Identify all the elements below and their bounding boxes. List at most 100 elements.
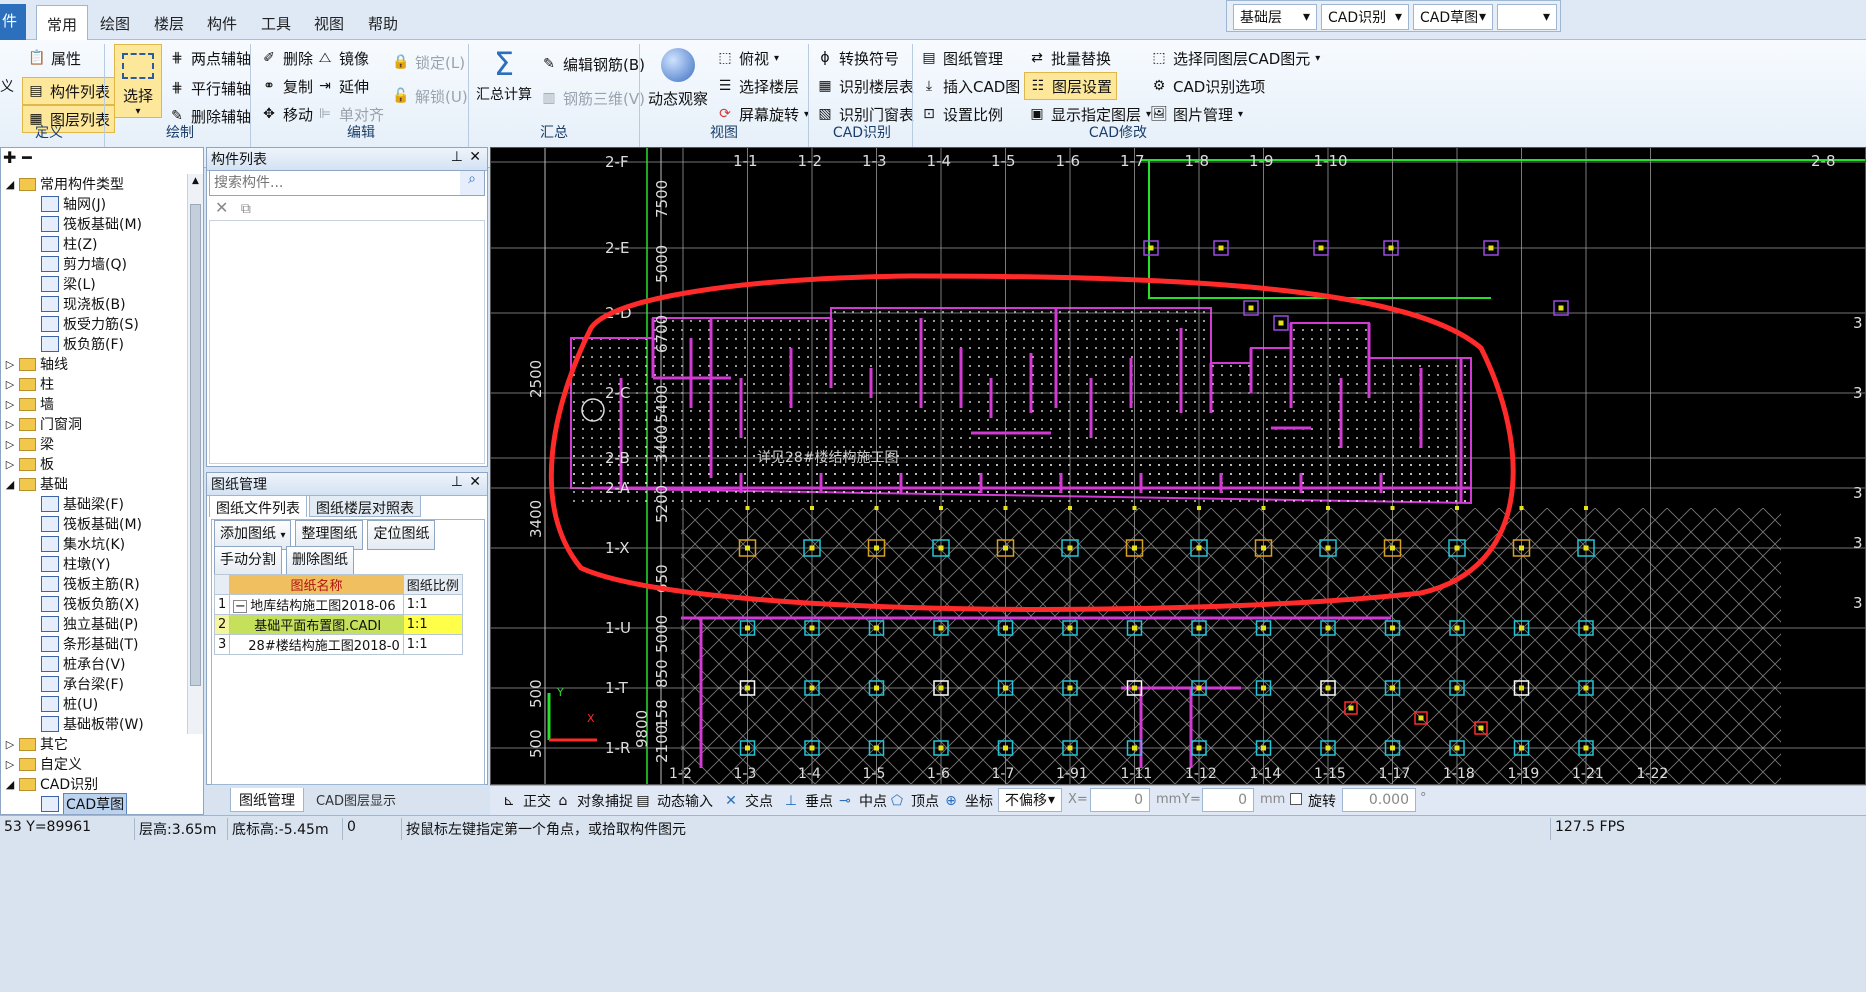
- insert-cad-button[interactable]: ⤓插入CAD图▾: [920, 72, 1030, 100]
- expand-arrow-icon[interactable]: ▷: [5, 357, 15, 371]
- expand-arrow-icon[interactable]: ▷: [5, 457, 15, 471]
- tree-folder[interactable]: ◢ 常用构件类型: [1, 174, 187, 194]
- copy-icon[interactable]: ⧉: [241, 201, 251, 217]
- extra-combo[interactable]: ▾: [1497, 4, 1557, 30]
- expand-arrow-icon[interactable]: ▷: [5, 377, 15, 391]
- tab-view[interactable]: 视图: [304, 5, 354, 40]
- expand-arrow-icon[interactable]: ▷: [5, 757, 15, 771]
- tree-folder[interactable]: ◢ 基础: [1, 474, 187, 494]
- ortho-toggle[interactable]: ⊾ 正交: [500, 787, 551, 815]
- delete-icon[interactable]: ✕: [215, 198, 228, 217]
- tab-draw[interactable]: 绘图: [90, 5, 140, 40]
- lock-button[interactable]: 🔒 锁定(L): [392, 48, 465, 76]
- property-button[interactable]: 📋 属性: [28, 44, 81, 72]
- tree-folder[interactable]: ▷ 其它: [1, 734, 187, 754]
- cad-canvas[interactable]: 1-1 1-2 1-3 1-4 1-5 1-6 1-7 1-8 1-9 1-10 1-2 1-3 1-4…: [490, 147, 1866, 785]
- tree-item[interactable]: 集水坑(K): [1, 534, 187, 554]
- drawing-scale-cell[interactable]: 1:1: [402, 594, 463, 615]
- calc-summary-button[interactable]: Σ 汇总计算: [476, 44, 532, 118]
- table-row[interactable]: 3 28#楼结构施工图2018-0 1:1: [213, 634, 463, 655]
- tab-component[interactable]: 构件: [197, 5, 247, 40]
- edit-rebar-button[interactable]: ✎ 编辑钢筋(B): [540, 50, 645, 78]
- expand-arrow-icon[interactable]: ▷: [5, 417, 15, 431]
- tree-item[interactable]: 桩承台(V): [1, 654, 187, 674]
- select-floor-button[interactable]: ☰ 选择楼层: [716, 72, 799, 100]
- tree-folder[interactable]: ▷ 门窗洞: [1, 414, 187, 434]
- tree-item[interactable]: 轴网(J): [1, 194, 187, 214]
- tree-folder[interactable]: ▷ 梁: [1, 434, 187, 454]
- mirror-button[interactable]: ⧍ 镜像: [316, 44, 369, 72]
- collapse-icon[interactable]: −: [233, 600, 248, 613]
- batch-replace-button[interactable]: ⇄ 批量替换: [1028, 44, 1111, 72]
- search-icon[interactable]: ⌕: [460, 171, 484, 195]
- locate-drawing-button[interactable]: 定位图纸: [367, 520, 436, 550]
- top-view-button[interactable]: ⬚ 俯视 ▾: [716, 44, 779, 72]
- expand-arrow-icon[interactable]: ▷: [5, 397, 15, 411]
- close-icon[interactable]: ✕: [469, 474, 481, 490]
- tree-item[interactable]: 桩(U): [1, 694, 187, 714]
- tree-item[interactable]: 梁(L): [1, 274, 187, 294]
- object-snap-toggle[interactable]: ⌂ 对象捕捉: [554, 787, 633, 815]
- tree-folder[interactable]: ▷ 板: [1, 454, 187, 474]
- layer-setting-button[interactable]: ☷ 图层设置: [1024, 72, 1118, 100]
- tab-common[interactable]: 常用: [36, 5, 89, 40]
- table-row[interactable]: 2 基础平面布置图.CADI 1:1: [213, 614, 463, 635]
- tree-item[interactable]: 独立基础(P): [1, 614, 187, 634]
- tree-item[interactable]: 筏板主筋(R): [1, 574, 187, 594]
- tree-scrollbar[interactable]: ▲: [187, 174, 203, 734]
- x-input[interactable]: 0: [1090, 788, 1150, 812]
- tree-folder[interactable]: ▷ 轴线: [1, 354, 187, 374]
- cad-options-button[interactable]: ⚙ CAD识别选项: [1150, 72, 1266, 100]
- copy-button[interactable]: ⚭ 复制: [260, 72, 313, 100]
- file-menu-tab[interactable]: 件: [0, 4, 26, 40]
- tree-folder[interactable]: ▷ 墙: [1, 394, 187, 414]
- convert-symbol-button[interactable]: ϕ 转换符号: [816, 44, 899, 72]
- tree-folder[interactable]: ▷ 柱: [1, 374, 187, 394]
- rotate-angle-input[interactable]: 0.000: [1342, 788, 1416, 812]
- table-row[interactable]: 1 − 地库结构施工图2018-06 1:1: [213, 594, 463, 615]
- tree-item[interactable]: 筏板负筋(X): [1, 594, 187, 614]
- snap-midpoint[interactable]: ⊸ 中点: [836, 787, 887, 815]
- select-button[interactable]: 选择 ▾: [114, 44, 162, 118]
- delete-drawing-button[interactable]: 删除图纸: [286, 546, 354, 576]
- mode-combo[interactable]: CAD识别 ▾: [1321, 4, 1409, 30]
- tree-item[interactable]: 承台梁(F): [1, 674, 187, 694]
- drawing-name-cell[interactable]: 28#楼结构施工图2018-0: [229, 634, 404, 655]
- tab-floor[interactable]: 楼层: [144, 5, 194, 40]
- tab-drawing-file-list[interactable]: 图纸文件列表: [209, 495, 307, 517]
- rebar-3d-button[interactable]: ▥ 钢筋三维(V): [540, 84, 645, 112]
- tree-item[interactable]: 剪力墙(Q): [1, 254, 187, 274]
- snap-perpendicular[interactable]: ⊥ 垂点: [782, 787, 833, 815]
- tree-item[interactable]: 板负筋(F): [1, 334, 187, 354]
- snap-intersection[interactable]: ✕ 交点: [722, 787, 773, 815]
- collapse-arrow-icon[interactable]: ◢: [5, 177, 15, 191]
- y-input[interactable]: 0: [1202, 788, 1254, 812]
- tree-item[interactable]: 条形基础(T): [1, 634, 187, 654]
- recog-floor-table-button[interactable]: ▦ 识别楼层表: [816, 72, 914, 100]
- tree-item[interactable]: CAD草图: [1, 793, 187, 814]
- scroll-up-icon[interactable]: ▲: [190, 176, 201, 186]
- collapse-arrow-icon[interactable]: ◢: [5, 777, 15, 791]
- expand-collapse-all[interactable]: ✚ ━: [3, 148, 32, 167]
- extend-button[interactable]: ⇥ 延伸: [316, 72, 369, 100]
- component-search-input[interactable]: [210, 171, 458, 195]
- tree-item[interactable]: 筏板基础(M): [1, 214, 187, 234]
- pin-icon[interactable]: ⊥: [451, 149, 463, 165]
- drawing-name-cell[interactable]: 基础平面布置图.CADI: [229, 614, 404, 635]
- drawing-name-cell[interactable]: − 地库结构施工图2018-06: [229, 594, 404, 615]
- tab-cad-layer-display[interactable]: CAD图层显示: [308, 788, 404, 812]
- tree-folder[interactable]: ◢ CAD识别: [1, 774, 187, 794]
- unlock-button[interactable]: 🔓 解锁(U): [392, 82, 467, 110]
- close-icon[interactable]: ✕: [469, 149, 481, 165]
- tree-item[interactable]: 板受力筋(S): [1, 314, 187, 334]
- expand-arrow-icon[interactable]: ▷: [5, 437, 15, 451]
- tab-drawing-mgmt[interactable]: 图纸管理: [230, 788, 304, 812]
- offset-mode-select[interactable]: 不偏移 ▾: [998, 788, 1062, 812]
- dynamic-input-toggle[interactable]: ▤ 动态输入: [634, 787, 713, 815]
- expand-arrow-icon[interactable]: ▷: [5, 737, 15, 751]
- pin-icon[interactable]: ⊥: [451, 474, 463, 490]
- scroll-thumb[interactable]: [190, 204, 201, 686]
- tab-help[interactable]: 帮助: [358, 5, 408, 40]
- drawing-scale-cell[interactable]: 1:1: [402, 614, 463, 635]
- drawing-mgmt-button[interactable]: ▤ 图纸管理: [920, 44, 1003, 72]
